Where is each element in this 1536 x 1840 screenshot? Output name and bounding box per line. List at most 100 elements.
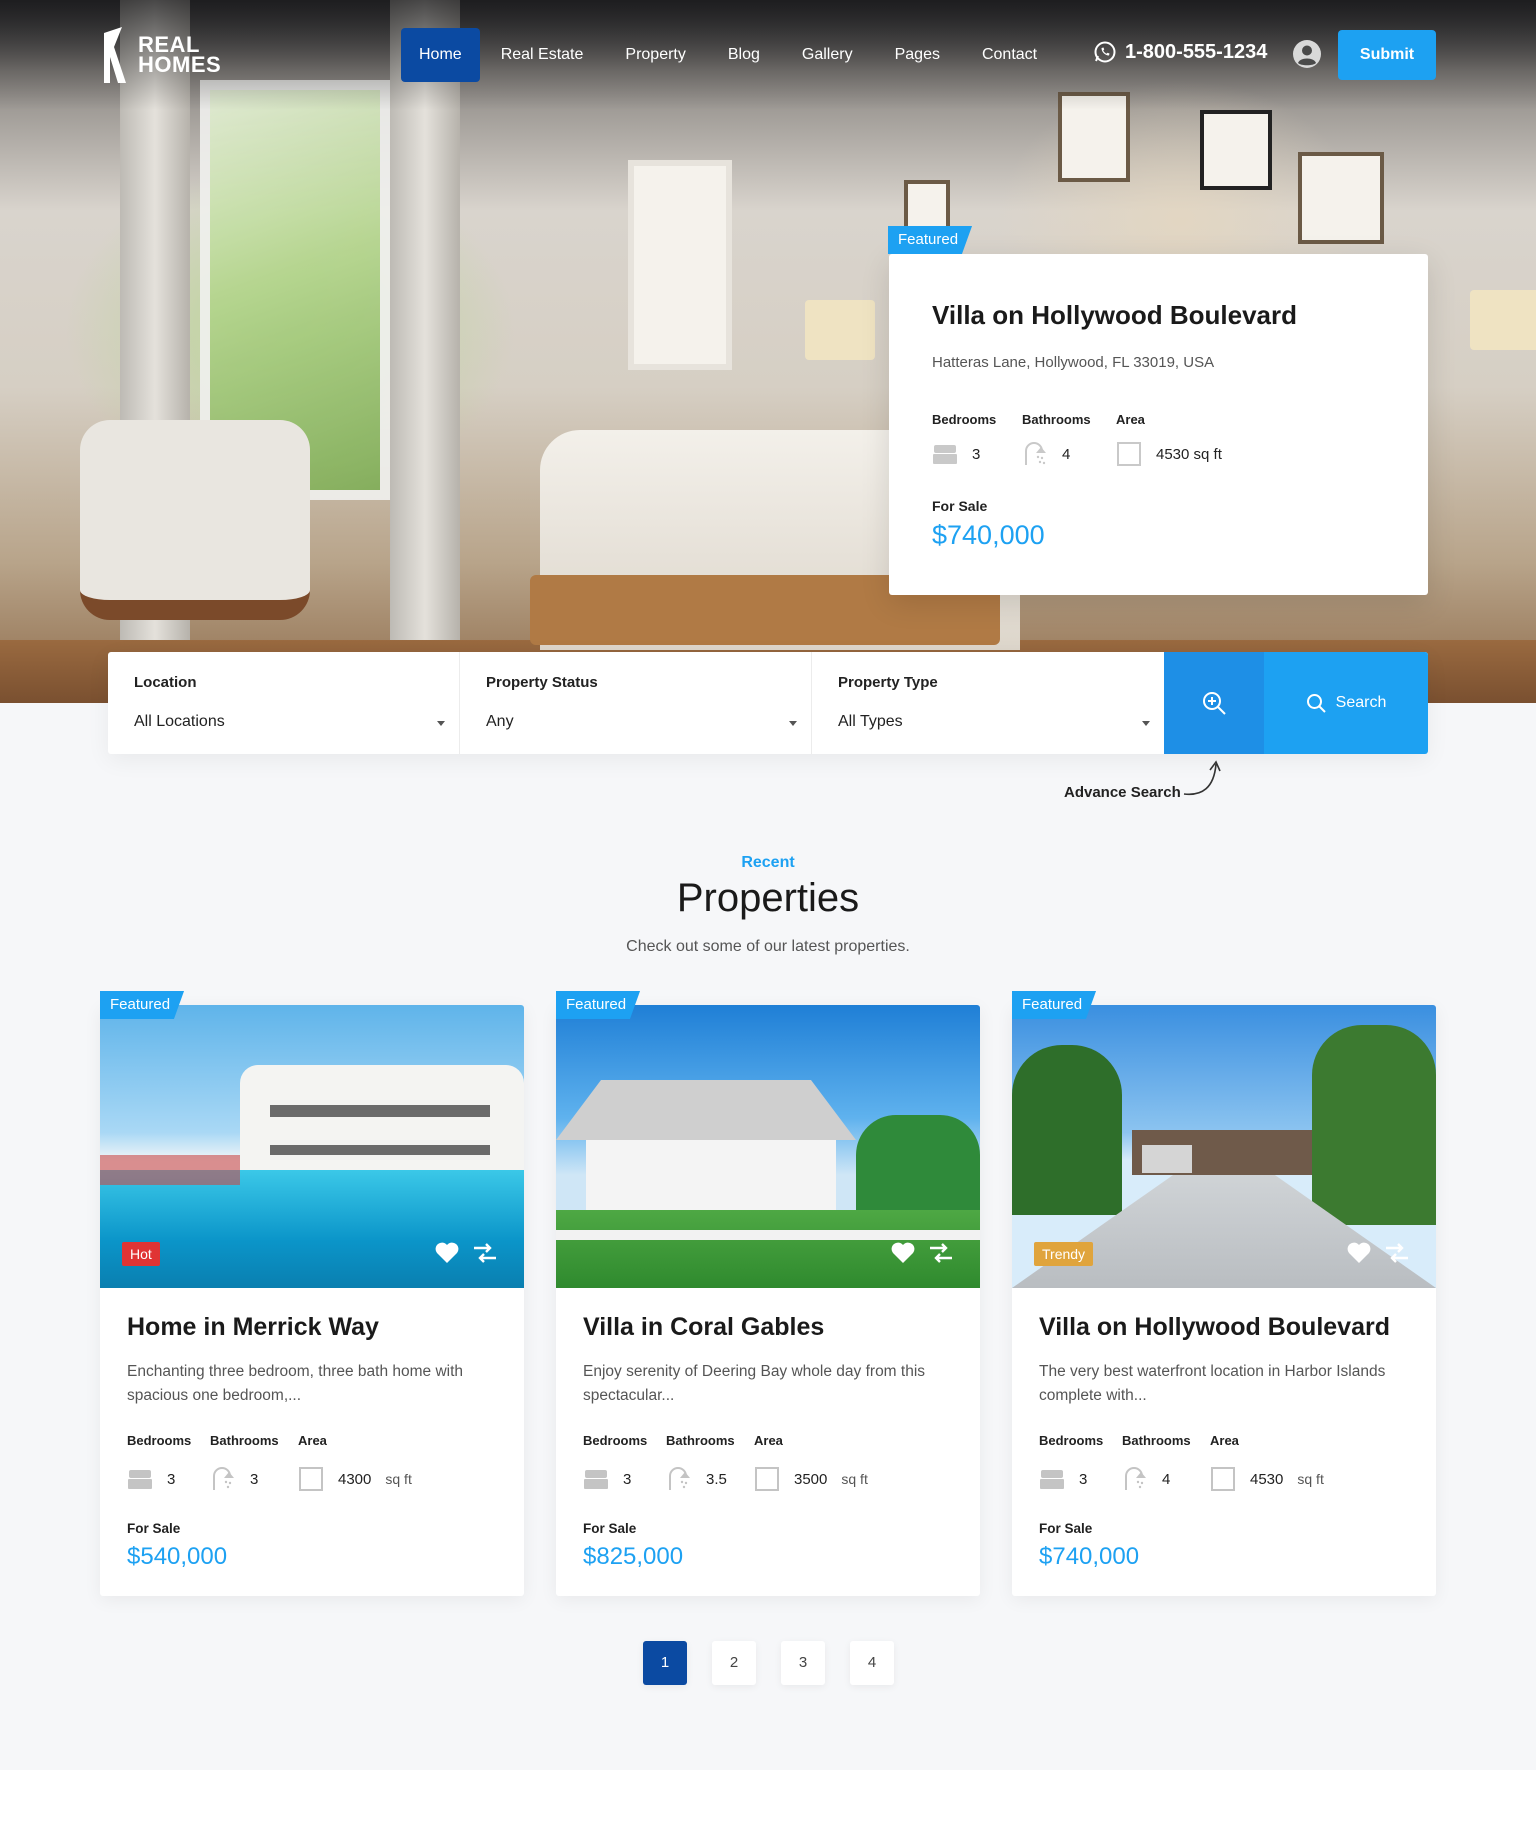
lamp	[1470, 290, 1536, 350]
site-logo[interactable]: REAL HOMES	[100, 24, 230, 86]
phone-link[interactable]: 1-800-555-1234	[1093, 40, 1267, 64]
featured-tag: Featured	[888, 226, 973, 254]
property-title[interactable]: Villa on Hollywood Boulevard	[1039, 1313, 1390, 1342]
featured-tag: Featured	[1012, 991, 1097, 1019]
area-value-row: 3500 sq ft	[754, 1465, 868, 1493]
area-unit: sq ft	[385, 1471, 412, 1487]
nav-pages[interactable]: Pages	[874, 28, 961, 82]
area-unit: sq ft	[1297, 1471, 1324, 1487]
page-button-1[interactable]: 1	[643, 1641, 687, 1685]
page-button-3[interactable]: 3	[781, 1641, 825, 1685]
compare-icon[interactable]	[472, 1241, 498, 1265]
bedrooms-value: 3	[623, 1470, 632, 1488]
property-card[interactable]: Featured Trendy Villa on Hollywood Boule…	[1012, 991, 1436, 1596]
bed-icon	[128, 1470, 152, 1489]
property-title[interactable]: Villa in Coral Gables	[583, 1313, 824, 1342]
bathrooms-value-row: 4	[1022, 440, 1094, 468]
image-actions	[890, 1241, 954, 1265]
user-icon[interactable]	[1292, 39, 1322, 69]
advance-search-link[interactable]: Advance Search	[1064, 784, 1181, 801]
search-icon	[1306, 694, 1326, 713]
logo-icon	[104, 27, 126, 83]
search-button[interactable]: Search	[1264, 652, 1428, 754]
bathrooms-value: 4	[1162, 1470, 1171, 1488]
search-button-label: Search	[1335, 694, 1387, 711]
location-label: Location	[134, 674, 197, 691]
heart-icon[interactable]	[1346, 1241, 1372, 1265]
meta-bathrooms: Bathrooms 3.5	[666, 1433, 735, 1493]
armchair	[80, 420, 310, 620]
property-price: $740,000	[932, 520, 1045, 550]
property-address: Hatteras Lane, Hollywood, FL 33019, USA	[932, 354, 1215, 371]
featured-tag: Featured	[556, 991, 641, 1019]
area-label: Area	[1210, 1433, 1239, 1448]
nav-gallery[interactable]: Gallery	[781, 28, 874, 82]
page-button-2[interactable]: 2	[712, 1641, 756, 1685]
area-icon	[1117, 442, 1141, 466]
bathrooms-value-row: 4	[1122, 1465, 1188, 1493]
page-button-4[interactable]: 4	[850, 1641, 894, 1685]
location-select[interactable]: Location All Locations	[108, 652, 460, 754]
shower-icon	[1025, 442, 1046, 465]
property-description: The very best waterfront location in Har…	[1039, 1363, 1386, 1404]
compare-icon[interactable]	[928, 1241, 954, 1265]
area-value: 4530	[1250, 1470, 1284, 1488]
type-select[interactable]: Property Type All Types	[812, 652, 1164, 754]
meta-bedrooms: Bedrooms 3	[583, 1433, 647, 1493]
meta-area: Area 4530 sq ft	[1116, 412, 1222, 468]
property-status: For Sale	[932, 498, 988, 514]
status-select[interactable]: Property Status Any	[460, 652, 812, 754]
property-status: For Sale	[583, 1521, 637, 1536]
nav-property[interactable]: Property	[604, 28, 706, 82]
main-nav: Home Real Estate Property Blog Gallery P…	[401, 28, 1058, 82]
property-card[interactable]: Featured Hot Home in Merrick Way Enchant…	[100, 991, 524, 1596]
area-label: Area	[754, 1433, 783, 1448]
bed-icon	[584, 1470, 608, 1489]
bedrooms-value: 3	[167, 1470, 176, 1488]
hot-badge: Hot	[122, 1242, 160, 1266]
compare-icon[interactable]	[1384, 1241, 1410, 1265]
area-value-row: 4300 sq ft	[298, 1465, 412, 1493]
heart-icon[interactable]	[434, 1241, 460, 1265]
property-title[interactable]: Villa on Hollywood Boulevard	[932, 300, 1297, 331]
featured-property-card[interactable]: Featured Villa on Hollywood Boulevard Ha…	[888, 226, 1428, 595]
area-value: 4530 sq ft	[1156, 445, 1222, 463]
property-meta: Bedrooms 3 Bathrooms 3 Area 4300 sq ft	[127, 1433, 434, 1493]
advance-search-button[interactable]	[1164, 652, 1264, 754]
property-description: Enchanting three bedroom, three bath hom…	[127, 1363, 464, 1404]
property-meta: Bedrooms 3 Bathrooms 4 Area 4530 sq ft	[932, 412, 1244, 468]
area-unit: sq ft	[841, 1471, 868, 1487]
property-price: $825,000	[583, 1543, 684, 1570]
heart-icon[interactable]	[890, 1241, 916, 1265]
image-trees	[1012, 1045, 1122, 1215]
meta-bedrooms: Bedrooms 3	[1039, 1433, 1103, 1493]
type-label: Property Type	[838, 674, 938, 691]
image-trees	[1312, 1025, 1436, 1225]
nav-home[interactable]: Home	[401, 28, 480, 82]
zoom-plus-icon	[1203, 692, 1226, 715]
status-value: Any	[486, 713, 514, 730]
bedrooms-value-row: 3	[127, 1465, 188, 1493]
section-tag: Recent	[741, 854, 795, 871]
property-card[interactable]: Featured Villa in Coral Gables Enjoy ser…	[556, 991, 980, 1596]
property-title[interactable]: Home in Merrick Way	[127, 1313, 379, 1342]
nav-blog[interactable]: Blog	[707, 28, 781, 82]
meta-bathrooms: Bathrooms 3	[210, 1433, 279, 1493]
submit-button[interactable]: Submit	[1338, 30, 1436, 80]
image-umbrellas	[100, 1155, 240, 1185]
meta-bathrooms: Bathrooms 4	[1122, 1433, 1191, 1493]
bathrooms-value-row: 3	[210, 1465, 276, 1493]
wall-frame	[1200, 110, 1272, 190]
status-label: Property Status	[486, 674, 598, 691]
meta-area: Area 4300 sq ft	[298, 1433, 412, 1493]
bathrooms-label: Bathrooms	[210, 1433, 279, 1448]
bedrooms-label: Bedrooms	[127, 1433, 192, 1448]
bathrooms-value: 3.5	[706, 1470, 727, 1488]
meta-bedrooms: Bedrooms 3	[932, 412, 1000, 468]
bathrooms-value: 3	[250, 1470, 259, 1488]
image-villa	[270, 1105, 490, 1117]
nav-real-estate[interactable]: Real Estate	[480, 28, 605, 82]
chevron-down-icon	[437, 721, 445, 726]
nav-contact[interactable]: Contact	[961, 28, 1058, 82]
trendy-badge: Trendy	[1034, 1242, 1094, 1266]
